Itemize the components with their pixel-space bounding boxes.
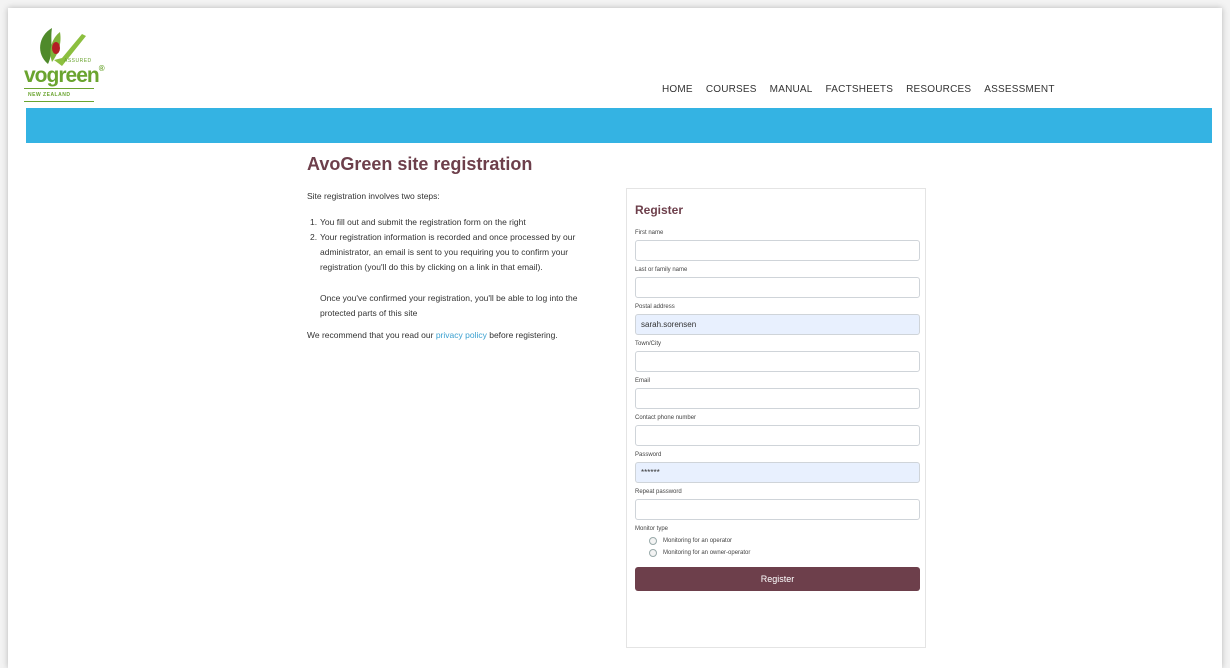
step-item: 1. You fill out and submit the registrat… [307, 215, 607, 230]
last-name-input[interactable] [635, 277, 920, 298]
recommend-text-before: We recommend that you read our [307, 330, 436, 340]
registration-info: AvoGreen site registration Site registra… [307, 154, 607, 340]
form-title: Register [635, 203, 684, 217]
postal-address-field: Postal address [635, 304, 920, 335]
repeat-password-input[interactable] [635, 499, 920, 520]
main-nav: HOME COURSES MANUAL FACTSHEETS RESOURCES… [662, 84, 1055, 95]
last-name-field: Last or family name [635, 267, 920, 298]
monitor-option-owner-operator[interactable]: Monitoring for an owner-operator [649, 547, 918, 559]
monitor-type-group: Monitor type Monitoring for an operator … [635, 526, 918, 559]
step-extra-text: Once you've confirmed your registration,… [320, 293, 578, 318]
email-label: Email [635, 378, 651, 384]
step-number: 2. [310, 232, 318, 242]
password-input[interactable] [635, 462, 920, 483]
nav-home[interactable]: HOME [662, 84, 693, 95]
town-city-field: Town/City [635, 341, 920, 372]
password-label: Password [635, 452, 662, 458]
first-name-label: First name [635, 230, 664, 236]
first-name-field: First name [635, 230, 920, 261]
logo-wordmark-main: green [46, 64, 100, 87]
privacy-recommendation: We recommend that you read our privacy p… [307, 330, 607, 340]
town-city-input[interactable] [635, 351, 920, 372]
town-city-label: Town/City [635, 341, 662, 347]
registered-mark: ® [98, 64, 105, 73]
steps-list: 1. You fill out and submit the registrat… [307, 215, 607, 321]
step-number: 1. [310, 217, 318, 227]
phone-field: Contact phone number [635, 415, 920, 446]
register-form: Register First name Last or family name … [626, 188, 926, 648]
register-button[interactable]: Register [635, 567, 920, 591]
logo-country: NEW ZEALAND [24, 88, 94, 102]
avogreen-logo[interactable]: ASSURED vogreen® NEW ZEALAND [24, 26, 105, 106]
recommend-text-after: before registering. [486, 330, 558, 340]
radio-label: Monitoring for an operator [663, 538, 733, 544]
page-title: AvoGreen site registration [307, 154, 533, 174]
step-text: You fill out and submit the registration… [320, 217, 526, 227]
first-name-input[interactable] [635, 240, 920, 261]
phone-input[interactable] [635, 425, 920, 446]
radio-button[interactable] [649, 549, 657, 557]
email-field: Email [635, 378, 920, 409]
last-name-label: Last or family name [635, 267, 688, 273]
monitor-type-label: Monitor type [635, 526, 669, 532]
nav-courses[interactable]: COURSES [706, 84, 757, 95]
logo-wordmark-prefix: vo [24, 64, 47, 87]
step-content: Your registration information is recorde… [320, 230, 607, 321]
postal-address-input[interactable] [635, 314, 920, 335]
email-input[interactable] [635, 388, 920, 409]
logo-wordmark: vogreen® [24, 64, 105, 88]
postal-address-label: Postal address [635, 304, 675, 310]
privacy-policy-link[interactable]: privacy policy [436, 330, 487, 340]
nav-manual[interactable]: MANUAL [770, 84, 813, 95]
radio-label: Monitoring for an owner-operator [663, 550, 751, 556]
header-banner [26, 108, 1212, 143]
radio-button[interactable] [649, 537, 657, 545]
password-field: Password [635, 452, 920, 483]
nav-factsheets[interactable]: FACTSHEETS [826, 84, 894, 95]
nav-assessment[interactable]: ASSESSMENT [984, 84, 1054, 95]
phone-label: Contact phone number [635, 415, 697, 421]
nav-resources[interactable]: RESOURCES [906, 84, 971, 95]
repeat-password-label: Repeat password [635, 489, 682, 495]
monitor-option-operator[interactable]: Monitoring for an operator [649, 535, 918, 547]
intro-text: Site registration involves two steps: [307, 191, 440, 201]
repeat-password-field: Repeat password [635, 489, 920, 520]
step-item: 2. Your registration information is reco… [307, 230, 607, 321]
step-text: Your registration information is recorde… [320, 232, 576, 272]
page-container: ASSURED vogreen® NEW ZEALAND HOME COURSE… [8, 8, 1222, 668]
